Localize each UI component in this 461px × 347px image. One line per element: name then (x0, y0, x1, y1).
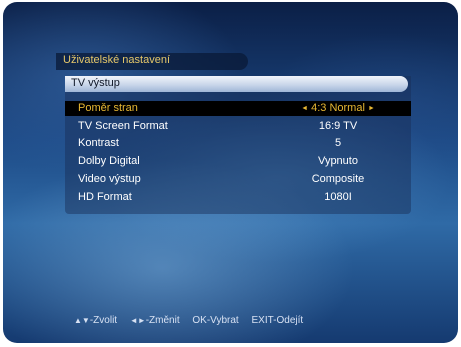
menu-row-hd-format[interactable]: HD Format 1080I (65, 190, 411, 205)
arrow-left-icon[interactable]: ◄ (301, 105, 308, 112)
page-title: Uživatelské nastavení (63, 54, 170, 66)
section-title: TV výstup (71, 77, 120, 89)
row-value[interactable]: ◄ 4:3 Normal ► (265, 102, 411, 114)
row-value: 16:9 TV (318, 120, 358, 132)
row-value: Vypnuto (318, 155, 358, 167)
arrow-right-icon[interactable]: ► (368, 105, 375, 112)
tv-screen: Uživatelské nastavení TV výstup Poměr st… (3, 2, 458, 343)
row-label: HD Format (78, 191, 132, 203)
title-bar: Uživatelské nastavení (56, 53, 248, 70)
up-down-arrows-icon: ▲▼ (74, 316, 90, 325)
row-label: Kontrast (78, 137, 119, 149)
menu-row-video-output[interactable]: Video výstup Composite (65, 172, 411, 187)
help-select: ▲▼-Zvolit (74, 315, 117, 326)
help-exit: EXIT-Odejít (251, 315, 304, 326)
row-value: Composite (311, 173, 365, 185)
help-change: ◄►-Změnit (130, 315, 180, 326)
row-label: TV Screen Format (78, 120, 168, 132)
help-ok: OK-Vybrat (192, 315, 239, 326)
row-label: Video výstup (78, 173, 141, 185)
help-change-label: -Změnit (145, 315, 180, 326)
menu-row-contrast[interactable]: Kontrast 5 (65, 136, 411, 151)
menu-row-dolby-digital[interactable]: Dolby Digital Vypnuto (65, 154, 411, 169)
row-value-text: 4:3 Normal (311, 102, 365, 114)
row-label: Dolby Digital (78, 155, 140, 167)
help-select-label: -Zvolit (89, 315, 118, 326)
menu-row-tv-screen-format[interactable]: TV Screen Format 16:9 TV (65, 119, 411, 134)
row-value: 1080I (324, 191, 352, 203)
menu-row-aspect-ratio[interactable]: Poměr stran ◄ 4:3 Normal ► (65, 101, 411, 116)
section-header: TV výstup (65, 76, 408, 92)
help-bar: ▲▼-Zvolit ◄►-Změnit OK-Vybrat EXIT-Odejí… (74, 315, 303, 326)
left-right-arrows-icon: ◄► (129, 316, 146, 325)
row-label: Poměr stran (78, 102, 138, 114)
row-value: 5 (334, 137, 342, 149)
